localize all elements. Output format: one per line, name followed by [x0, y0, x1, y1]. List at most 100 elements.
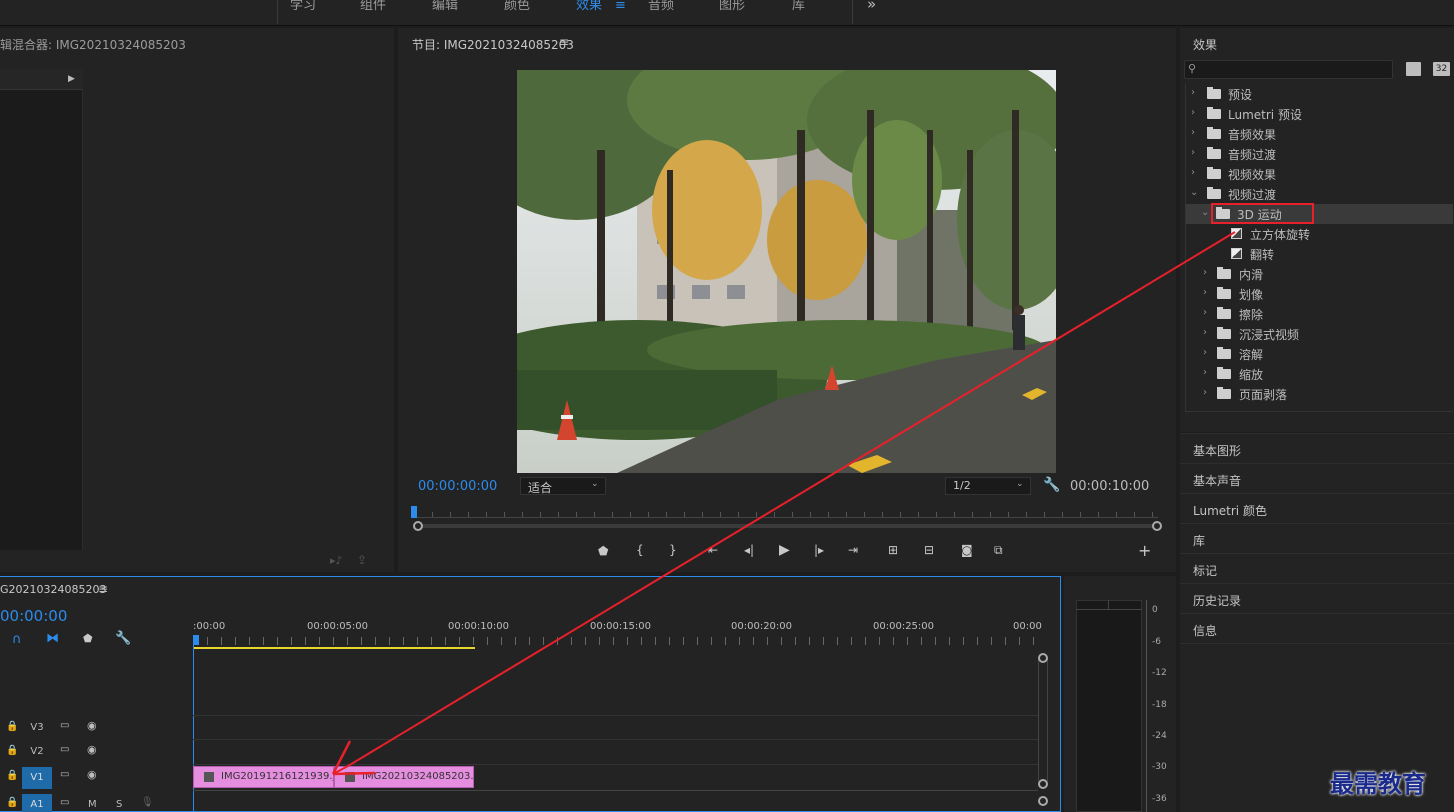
step-back-icon[interactable]: ◂|	[744, 543, 754, 557]
effects-item-wipe[interactable]: › 擦除	[1185, 304, 1453, 324]
workspace-tab-assembly[interactable]: 组件	[360, 0, 386, 12]
eye-icon[interactable]: ◉	[87, 743, 97, 756]
panel-essential-graphics[interactable]: 基本图形	[1180, 433, 1454, 463]
effects-item-iris[interactable]: › 划像	[1185, 284, 1453, 304]
panel-lumetri-color[interactable]: Lumetri 颜色	[1180, 493, 1454, 523]
chevron-right-icon[interactable]: ›	[1203, 287, 1207, 298]
zoom-handle-left[interactable]	[413, 521, 423, 531]
mark-out-icon[interactable]: }	[669, 543, 677, 557]
sync-lock-icon[interactable]: ▭	[60, 797, 69, 808]
timeline-ruler[interactable]: :00:00 00:00:05:00 00:00:10:00 00:00:15:…	[193, 621, 1042, 651]
timeline-clip-1[interactable]: IMG20191216121939.jpg	[193, 766, 334, 788]
panel-history[interactable]: 历史记录	[1180, 583, 1454, 613]
work-area-bar[interactable]	[193, 647, 475, 649]
lock-icon[interactable]: 🔒	[6, 745, 18, 756]
timeline-video-scrollbar[interactable]	[1038, 655, 1048, 785]
comparison-view-icon[interactable]: ⧉	[994, 543, 1003, 558]
chevron-right-icon[interactable]: ›	[1203, 347, 1207, 358]
workspace-tab-color[interactable]: 颜色	[504, 0, 530, 12]
effects-item-page-peel[interactable]: › 页面剥落	[1185, 384, 1453, 404]
chevron-right-icon[interactable]: ›	[1191, 147, 1195, 158]
timeline-clip-2[interactable]: IMG20210324085203.jpg	[334, 766, 474, 788]
track-target-v1[interactable]: V1	[22, 767, 52, 789]
panel-markers[interactable]: 标记	[1180, 553, 1454, 583]
effects-item-immersive-video[interactable]: › 沉浸式视频	[1185, 324, 1453, 344]
timeline-timecode[interactable]: 00:00:00	[0, 607, 67, 625]
program-video-frame[interactable]	[517, 70, 1056, 473]
mark-in-icon[interactable]: {	[636, 543, 644, 557]
step-forward-icon[interactable]: |▸	[814, 543, 824, 557]
workspace-overflow-icon[interactable]: »	[867, 0, 876, 12]
eye-icon[interactable]: ◉	[87, 719, 97, 732]
scroll-handle[interactable]	[1038, 779, 1048, 789]
chevron-right-icon[interactable]: ›	[1191, 107, 1195, 118]
track-target-v3[interactable]: V3	[24, 719, 50, 737]
scroll-handle[interactable]	[1038, 653, 1048, 663]
panel-info[interactable]: 信息	[1180, 613, 1454, 643]
mixer-expand-icon[interactable]: ▶	[68, 74, 75, 84]
workspace-tab-libraries[interactable]: 库	[792, 0, 805, 12]
lock-icon[interactable]: 🔒	[6, 797, 18, 808]
workspace-tab-graphics[interactable]: 图形	[719, 0, 745, 12]
workspace-menu-icon[interactable]: ≡	[615, 0, 626, 12]
lock-icon[interactable]: 🔒	[6, 770, 18, 781]
workspace-tab-editing[interactable]: 编辑	[432, 0, 458, 12]
effects-item-video-transitions[interactable]: ⌄ 视频过渡	[1185, 184, 1453, 204]
effects-item-audio-effects[interactable]: › 音频效果	[1185, 124, 1453, 144]
mixer-audio-icon[interactable]: ▸♪	[330, 554, 343, 567]
snap-icon[interactable]: ∩	[12, 632, 22, 647]
wrench-icon[interactable]: 🔧	[115, 631, 131, 646]
chevron-right-icon[interactable]: ›	[1203, 267, 1207, 278]
scroll-handle[interactable]	[1038, 796, 1048, 806]
effects-item-zoom[interactable]: › 缩放	[1185, 364, 1453, 384]
effects-item-lumetri-presets[interactable]: › Lumetri 预设	[1185, 104, 1453, 124]
chevron-right-icon[interactable]: ›	[1191, 87, 1195, 98]
effects-item-cube-spin[interactable]: 立方体旋转	[1185, 224, 1453, 244]
effects-item-presets[interactable]: › 预设	[1185, 84, 1453, 104]
effects-item-audio-transitions[interactable]: › 音频过渡	[1185, 144, 1453, 164]
go-to-in-icon[interactable]: ⇤	[708, 543, 718, 557]
workspace-tab-effects[interactable]: 效果	[576, 0, 602, 12]
chevron-down-icon[interactable]: ⌄	[1201, 207, 1209, 218]
workspace-tab-audio[interactable]: 音频	[648, 0, 674, 12]
mixer-export-icon[interactable]: ⇪	[357, 553, 367, 567]
chevron-right-icon[interactable]: ›	[1191, 127, 1195, 138]
mute-button[interactable]: M	[88, 799, 97, 810]
program-playhead[interactable]	[411, 506, 417, 518]
program-zoom-scrollbar[interactable]	[414, 524, 1158, 528]
chevron-right-icon[interactable]: ›	[1203, 367, 1207, 378]
accelerated-effects-icon[interactable]	[1406, 62, 1421, 76]
effects-item-flip-over[interactable]: 翻转	[1185, 244, 1453, 264]
add-marker-icon[interactable]: ⬟	[83, 632, 93, 645]
program-resolution-select[interactable]: 1/2 ⌄	[945, 477, 1031, 495]
go-to-out-icon[interactable]: ⇥	[848, 543, 858, 557]
program-fit-select[interactable]: 适合 ⌄	[520, 477, 606, 495]
program-time-ruler[interactable]	[414, 506, 1158, 518]
sync-lock-icon[interactable]: ▭	[60, 720, 69, 731]
wrench-icon[interactable]: 🔧	[1043, 477, 1060, 493]
panel-essential-sound[interactable]: 基本声音	[1180, 463, 1454, 493]
effects-item-dissolve[interactable]: › 溶解	[1185, 344, 1453, 364]
32bit-effects-icon[interactable]: 32	[1433, 62, 1450, 76]
timeline-playhead[interactable]	[193, 635, 199, 645]
workspace-tab-learn[interactable]: 学习	[290, 0, 316, 12]
chevron-right-icon[interactable]: ›	[1203, 307, 1207, 318]
program-current-timecode[interactable]: 00:00:00:00	[418, 479, 497, 494]
solo-button[interactable]: S	[116, 799, 122, 810]
add-marker-icon[interactable]: ⬟	[598, 544, 608, 558]
lift-icon[interactable]: ⊞	[888, 543, 898, 557]
effects-item-slide[interactable]: › 内滑	[1185, 264, 1453, 284]
track-target-a1[interactable]: A1	[22, 794, 52, 812]
sync-lock-icon[interactable]: ▭	[60, 769, 69, 780]
program-menu-icon[interactable]: ≡	[559, 35, 569, 49]
camera-icon[interactable]: ◙	[961, 543, 973, 557]
effects-item-video-effects[interactable]: › 视频效果	[1185, 164, 1453, 184]
linked-selection-icon[interactable]: ⧓	[46, 631, 59, 646]
microphone-icon[interactable]: 🎙	[141, 797, 154, 808]
play-icon[interactable]: ▶	[779, 542, 790, 558]
sync-lock-icon[interactable]: ▭	[60, 744, 69, 755]
chevron-down-icon[interactable]: ⌄	[1190, 187, 1198, 198]
track-target-v2[interactable]: V2	[24, 743, 50, 761]
add-button-icon[interactable]: +	[1138, 541, 1151, 560]
zoom-handle-right[interactable]	[1152, 521, 1162, 531]
